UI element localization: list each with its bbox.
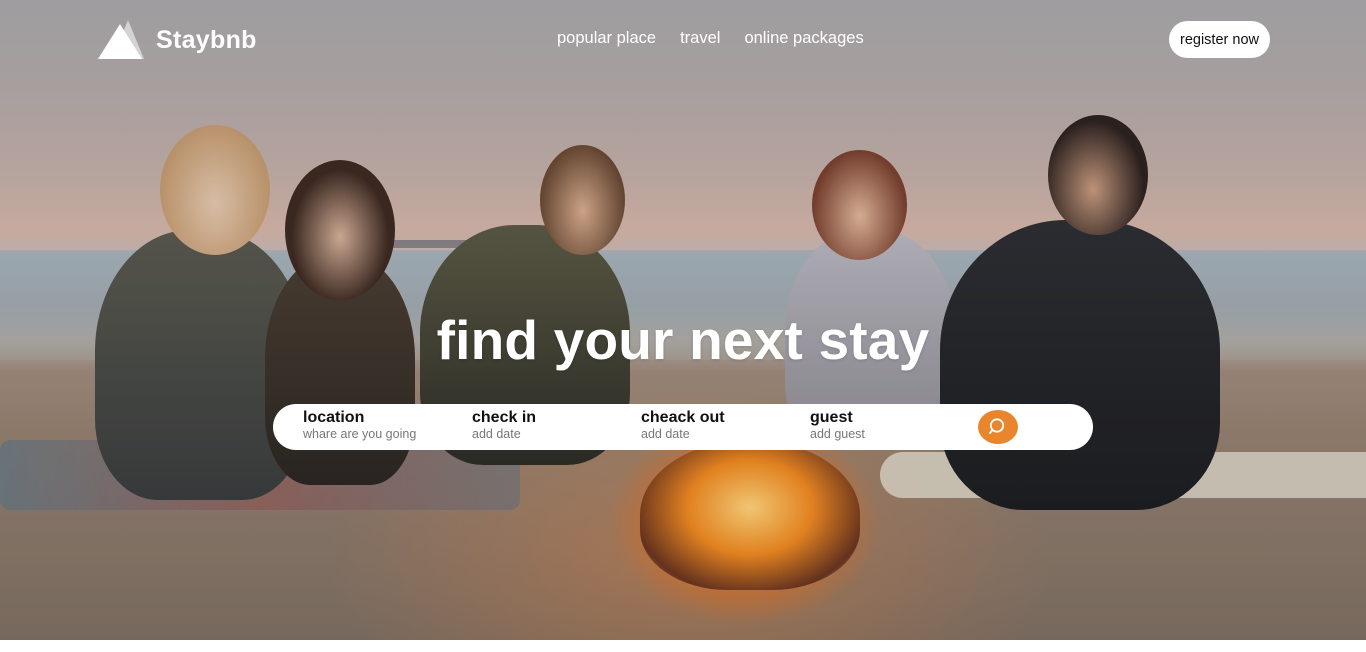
location-hint: whare are you going	[303, 427, 417, 441]
check-in-hint: add date	[472, 427, 521, 441]
check-out-label: cheack out	[641, 409, 725, 426]
location-field[interactable]: location whare are you going	[303, 409, 416, 442]
guest-label: guest	[810, 409, 853, 426]
check-in-label: check in	[472, 409, 537, 426]
search-button[interactable]	[978, 410, 1018, 444]
check-in-field[interactable]: check in add date	[472, 409, 536, 442]
brand-logo[interactable]: Staybnb	[98, 20, 257, 60]
check-out-field[interactable]: cheack out add date	[641, 409, 725, 442]
guest-field[interactable]: guest add guest	[810, 409, 865, 442]
mountain-logo-icon	[98, 20, 144, 60]
check-out-hint: add date	[641, 427, 690, 441]
search-bar: location whare are you going check in ad…	[273, 404, 1093, 450]
nav-item-popular-place[interactable]: popular place	[557, 29, 656, 48]
register-button[interactable]: register now	[1169, 21, 1270, 58]
brand-name: Staybnb	[156, 25, 257, 54]
page-bottom-strip	[0, 640, 1366, 652]
main-nav: popular place travel online packages	[557, 29, 864, 48]
search-icon	[989, 418, 1005, 434]
location-label: location	[303, 409, 365, 426]
guest-hint: add guest	[810, 427, 865, 441]
hero-headline: find your next stay	[436, 309, 930, 371]
nav-item-online-packages[interactable]: online packages	[744, 29, 863, 48]
nav-item-travel[interactable]: travel	[680, 29, 720, 48]
